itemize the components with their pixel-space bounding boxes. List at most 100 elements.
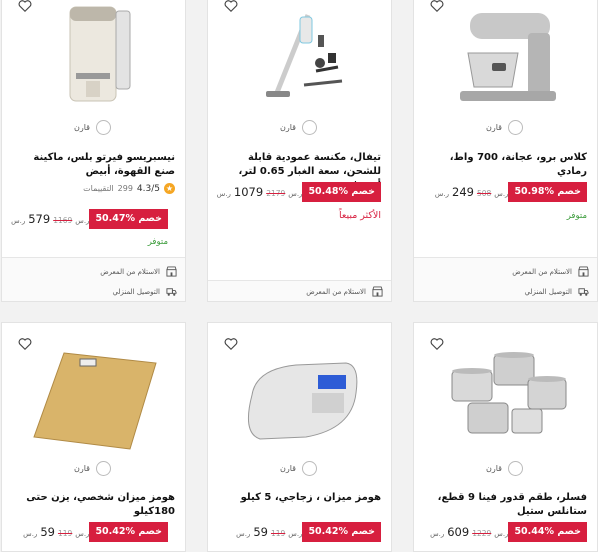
discount-badge: 50.47% خصم bbox=[89, 209, 168, 229]
current-price: 249 bbox=[452, 185, 474, 199]
compare-checkbox[interactable] bbox=[96, 120, 111, 135]
pickup-option: الاستلام من المعرض bbox=[100, 266, 177, 277]
rating-score: 4.3/5 bbox=[136, 183, 160, 194]
currency: ر.س bbox=[75, 530, 90, 538]
product-title[interactable]: نيسبريسو فيرتو بلس، ماكينة صنع القهوة، أ… bbox=[12, 151, 175, 179]
current-price: 579 bbox=[28, 212, 51, 226]
product-card[interactable]: قارن هومز ميزان ، زجاجي، 5 كيلو ر.س 59 1… bbox=[207, 322, 392, 552]
compare-checkbox[interactable] bbox=[302, 461, 317, 476]
delivery-option: التوصيل المنزلي bbox=[113, 286, 177, 297]
discount-badge: 50.42% خصم bbox=[89, 522, 168, 542]
old-price: 1169 bbox=[53, 216, 73, 225]
old-price: 2179 bbox=[266, 189, 286, 198]
currency: ر.س bbox=[494, 530, 509, 538]
old-price: 119 bbox=[270, 529, 286, 538]
heart-icon[interactable] bbox=[18, 0, 32, 13]
compare-checkbox[interactable] bbox=[508, 120, 523, 135]
currency: ر.س bbox=[494, 190, 509, 198]
heart-icon[interactable] bbox=[224, 337, 238, 351]
card-footer: الاستلام من المعرض التوصيل المنزلي bbox=[2, 257, 185, 301]
product-image[interactable] bbox=[30, 349, 160, 453]
product-card[interactable]: قارن كلاس برو، عجانة، 700 واط، رمادي ر.س… bbox=[413, 0, 598, 302]
currency: ر.س bbox=[23, 530, 38, 538]
pickup-label: الاستلام من المعرض bbox=[512, 267, 572, 276]
store-icon bbox=[578, 266, 589, 277]
old-price: 119 bbox=[57, 529, 73, 538]
product-card[interactable]: قارن نيسبريسو فيرتو بلس، ماكينة صنع القه… bbox=[1, 0, 186, 302]
currency: ر.س bbox=[434, 190, 449, 198]
compare-label: قارن bbox=[280, 123, 296, 132]
currency: ر.س bbox=[288, 190, 303, 198]
compare-checkbox[interactable] bbox=[302, 120, 317, 135]
compare-label: قارن bbox=[74, 123, 90, 132]
price: ر.س 609 1229 ر.س bbox=[430, 525, 508, 539]
compare-toggle[interactable]: قارن bbox=[280, 461, 317, 476]
compare-toggle[interactable]: قارن bbox=[486, 120, 523, 135]
store-icon bbox=[166, 266, 177, 277]
currency: ر.س bbox=[430, 530, 445, 538]
product-card[interactable]: قارن هومز ميزان شخصي، يزن حتى 180كيلو ر.… bbox=[1, 322, 186, 552]
product-title[interactable]: فسلر، طقم قدور فينا 9 قطع، ستانلس ستيل bbox=[424, 491, 587, 519]
currency: ر.س bbox=[288, 530, 303, 538]
delivery-label: التوصيل المنزلي bbox=[112, 287, 160, 296]
price: ر.س 249 508 ر.س bbox=[435, 185, 509, 199]
stock-status: متوفر bbox=[147, 237, 168, 247]
compare-toggle[interactable]: قارن bbox=[280, 120, 317, 135]
delivery-option: التوصيل المنزلي bbox=[525, 286, 589, 297]
currency: ر.س bbox=[236, 530, 251, 538]
currency: ر.س bbox=[11, 217, 26, 225]
price-row: ر.س 579 1169 ر.س 50.47% خصم bbox=[5, 209, 168, 229]
price: ر.س 579 1169 ر.س bbox=[11, 212, 89, 226]
compare-checkbox[interactable] bbox=[96, 461, 111, 476]
price-row: ر.س 59 119 ر.س 50.42% خصم bbox=[230, 522, 381, 542]
card-footer: الاستلام من المعرض التوصيل المنزلي bbox=[414, 257, 597, 301]
product-title[interactable]: هومز ميزان شخصي، يزن حتى 180كيلو bbox=[12, 491, 175, 519]
price: ر.س 1079 2179 ر.س bbox=[217, 185, 303, 199]
heart-icon[interactable] bbox=[224, 0, 238, 13]
card-footer: الاستلام من المعرض bbox=[208, 280, 391, 301]
product-image[interactable] bbox=[438, 349, 578, 449]
product-title[interactable]: هومز ميزان ، زجاجي، 5 كيلو bbox=[218, 491, 381, 505]
store-icon bbox=[372, 286, 383, 297]
currency: ر.س bbox=[216, 190, 231, 198]
rating: التقييمات 299 4.3/5 ★ bbox=[83, 183, 175, 194]
discount-badge: 50.44% خصم bbox=[508, 522, 587, 542]
current-price: 59 bbox=[253, 525, 268, 539]
compare-toggle[interactable]: قارن bbox=[74, 120, 111, 135]
compare-checkbox[interactable] bbox=[508, 461, 523, 476]
compare-label: قارن bbox=[74, 464, 90, 473]
compare-toggle[interactable]: قارن bbox=[74, 461, 111, 476]
compare-toggle[interactable]: قارن bbox=[486, 461, 523, 476]
currency: ر.س bbox=[75, 217, 90, 225]
stock-status: متوفر bbox=[566, 211, 587, 221]
product-image[interactable] bbox=[432, 3, 582, 103]
pickup-label: الاستلام من المعرض bbox=[100, 267, 160, 276]
price: ر.س 59 119 ر.س bbox=[23, 525, 89, 539]
pickup-option: الاستلام من المعرض bbox=[306, 286, 383, 297]
product-card[interactable]: قارن فسلر، طقم قدور فينا 9 قطع، ستانلس س… bbox=[413, 322, 598, 552]
delivery-label: التوصيل المنزلي bbox=[524, 287, 572, 296]
pickup-option: الاستلام من المعرض bbox=[512, 266, 589, 277]
current-price: 1079 bbox=[233, 185, 264, 199]
pickup-label: الاستلام من المعرض bbox=[306, 287, 366, 296]
product-image[interactable] bbox=[258, 5, 348, 105]
price-row: ر.س 249 508 ر.س 50.98% خصم bbox=[429, 182, 587, 202]
price: ر.س 59 119 ر.س bbox=[236, 525, 302, 539]
delivery-truck-icon bbox=[578, 288, 589, 296]
bestseller-label: الأكثر مبيعاً bbox=[338, 210, 381, 221]
product-image[interactable] bbox=[62, 1, 142, 107]
delivery-truck-icon bbox=[166, 288, 177, 296]
compare-label: قارن bbox=[486, 123, 502, 132]
price-row: ر.س 1079 2179 ر.س 50.48% خصم bbox=[211, 182, 381, 202]
old-price: 508 bbox=[476, 189, 492, 198]
price-row: ر.س 609 1229 ر.س 50.44% خصم bbox=[424, 522, 587, 542]
product-title[interactable]: كلاس برو، عجانة، 700 واط، رمادي bbox=[424, 151, 587, 179]
reviews-count: 299 bbox=[117, 184, 133, 193]
product-card[interactable]: قارن تيفال، مكنسة عمودية قابلة للشحن، سع… bbox=[207, 0, 392, 302]
product-image[interactable] bbox=[236, 353, 366, 449]
compare-label: قارن bbox=[486, 464, 502, 473]
price-row: ر.س 59 119 ر.س 50.42% خصم bbox=[17, 522, 168, 542]
current-price: 59 bbox=[40, 525, 55, 539]
star-icon: ★ bbox=[164, 183, 175, 194]
discount-badge: 50.98% خصم bbox=[508, 182, 587, 202]
